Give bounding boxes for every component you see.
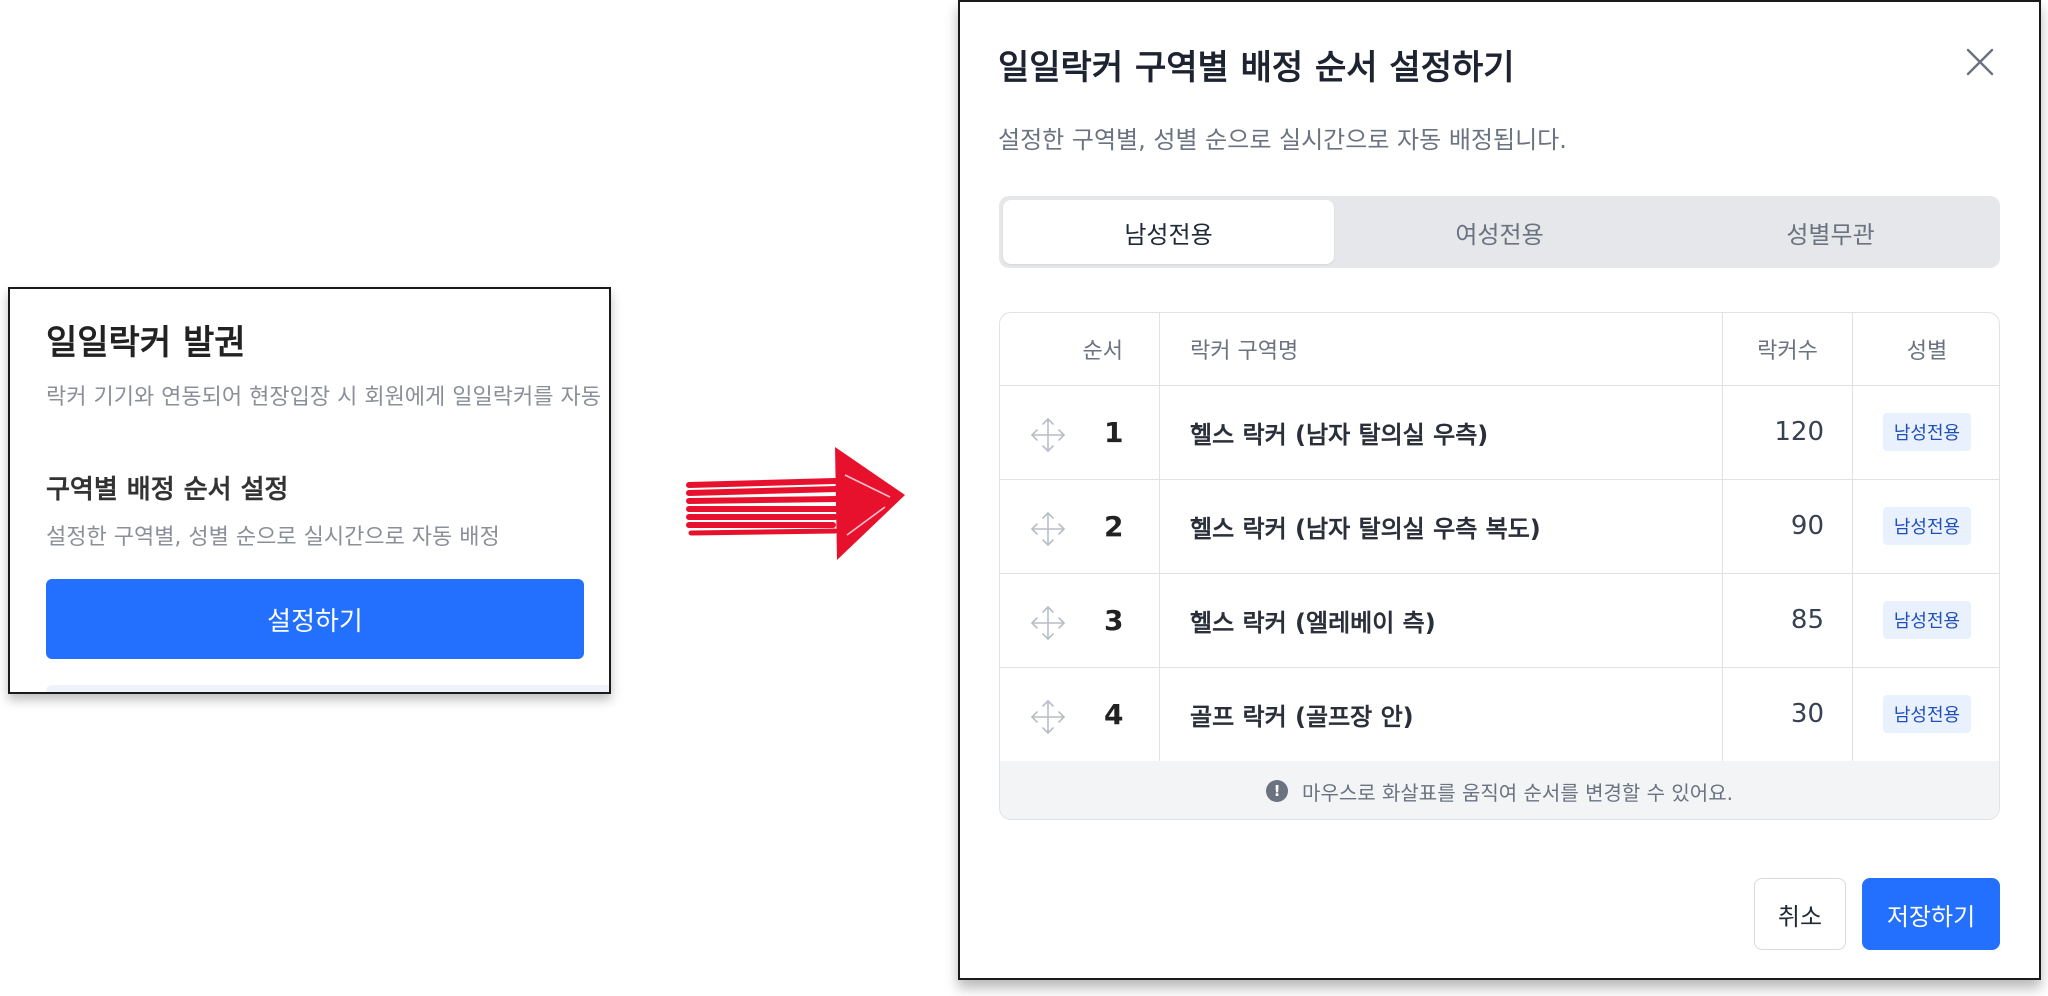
gender-cell: 남성전용 — [1853, 667, 1999, 761]
footer-note-text: 마우스로 화살표를 움직여 순서를 변경할 수 있어요. — [1302, 780, 1733, 805]
order-cell: 1 — [1000, 385, 1160, 479]
tab-male-only[interactable]: 남성전용 — [1003, 200, 1334, 264]
order-number: 3 — [1104, 603, 1124, 637]
info-icon: ! — [1266, 780, 1289, 802]
locker-count: 30 — [1723, 667, 1853, 761]
tab-female-only[interactable]: 여성전용 — [1334, 200, 1665, 264]
drag-handle-icon[interactable] — [1030, 605, 1066, 641]
zone-name: 헬스 락커 (남자 탈의실 우측) — [1160, 385, 1723, 479]
daily-locker-card: 일일락커 발권 락커 기기와 연동되어 현장입장 시 회원에게 일일락커를 자동… — [8, 287, 611, 694]
drag-handle-icon[interactable] — [1030, 417, 1066, 453]
zone-name: 골프 락커 (골프장 안) — [1160, 667, 1723, 761]
header-zone-name: 락커 구역명 — [1160, 313, 1723, 385]
table-header: 순서 락커 구역명 락커수 성별 — [1000, 313, 1999, 386]
open-settings-button[interactable]: 설정하기 — [46, 579, 584, 659]
modal-title: 일일락커 구역별 배정 순서 설정하기 — [998, 48, 1515, 88]
order-number: 1 — [1104, 415, 1124, 449]
header-gender: 성별 — [1906, 339, 1948, 364]
gender-cell: 남성전용 — [1853, 385, 1999, 479]
section-title: 구역별 배정 순서 설정 — [46, 475, 289, 505]
order-number: 4 — [1104, 697, 1124, 731]
card-title: 일일락커 발권 — [46, 323, 246, 363]
gender-badge: 남성전용 — [1882, 695, 1972, 733]
locker-count: 90 — [1723, 479, 1853, 573]
gender-cell: 남성전용 — [1853, 573, 1999, 667]
gender-badge: 남성전용 — [1882, 601, 1972, 639]
section-description: 설정한 구역별, 성별 순으로 실시간으로 자동 배정 — [46, 525, 500, 550]
order-cell: 2 — [1000, 479, 1160, 573]
tab-gender-neutral[interactable]: 성별무관 — [1665, 200, 1996, 264]
zone-name: 헬스 락커 (엘레베이 측) — [1160, 573, 1723, 667]
gender-badge: 남성전용 — [1882, 507, 1972, 545]
drag-handle-icon[interactable] — [1030, 699, 1066, 735]
gender-badge: 남성전용 — [1882, 413, 1972, 451]
gender-cell: 남성전용 — [1853, 479, 1999, 573]
table-row: 3 헬스 락커 (엘레베이 측) 85 남성전용 — [1000, 573, 1999, 668]
header-locker-count: 락커수 — [1723, 313, 1853, 385]
order-cell: 3 — [1000, 573, 1160, 667]
order-cell: 4 — [1000, 667, 1160, 761]
table-row: 2 헬스 락커 (남자 탈의실 우측 복도) 90 남성전용 — [1000, 479, 1999, 574]
arrow-right-icon — [686, 447, 905, 560]
card-description: 락커 기기와 연동되어 현장입장 시 회원에게 일일락커를 자동 — [46, 385, 601, 410]
drag-handle-icon[interactable] — [1030, 511, 1066, 547]
gender-tabs: 남성전용 여성전용 성별무관 — [999, 196, 2000, 268]
locker-zone-table: 순서 락커 구역명 락커수 성별 1 헬스 락커 (남자 탈의실 우측) 120… — [999, 312, 2000, 820]
zone-name: 헬스 락커 (남자 탈의실 우측 복도) — [1160, 479, 1723, 573]
next-section-strip — [46, 685, 609, 692]
order-number: 2 — [1104, 509, 1124, 543]
table-row: 4 골프 락커 (골프장 안) 30 남성전용 — [1000, 667, 1999, 762]
save-button[interactable]: 저장하기 — [1862, 878, 2000, 950]
modal-description: 설정한 구역별, 성별 순으로 실시간으로 자동 배정됩니다. — [998, 126, 1567, 154]
cancel-button[interactable]: 취소 — [1754, 878, 1846, 950]
locker-count: 120 — [1723, 385, 1853, 479]
locker-order-modal: 일일락커 구역별 배정 순서 설정하기 설정한 구역별, 성별 순으로 실시간으… — [958, 0, 2041, 980]
locker-count: 85 — [1723, 573, 1853, 667]
table-row: 1 헬스 락커 (남자 탈의실 우측) 120 남성전용 — [1000, 385, 1999, 480]
close-icon[interactable] — [1960, 42, 2000, 82]
header-order: 순서 — [1000, 313, 1160, 385]
table-footer-note: ! 마우스로 화살표를 움직여 순서를 변경할 수 있어요. — [1000, 761, 1999, 819]
